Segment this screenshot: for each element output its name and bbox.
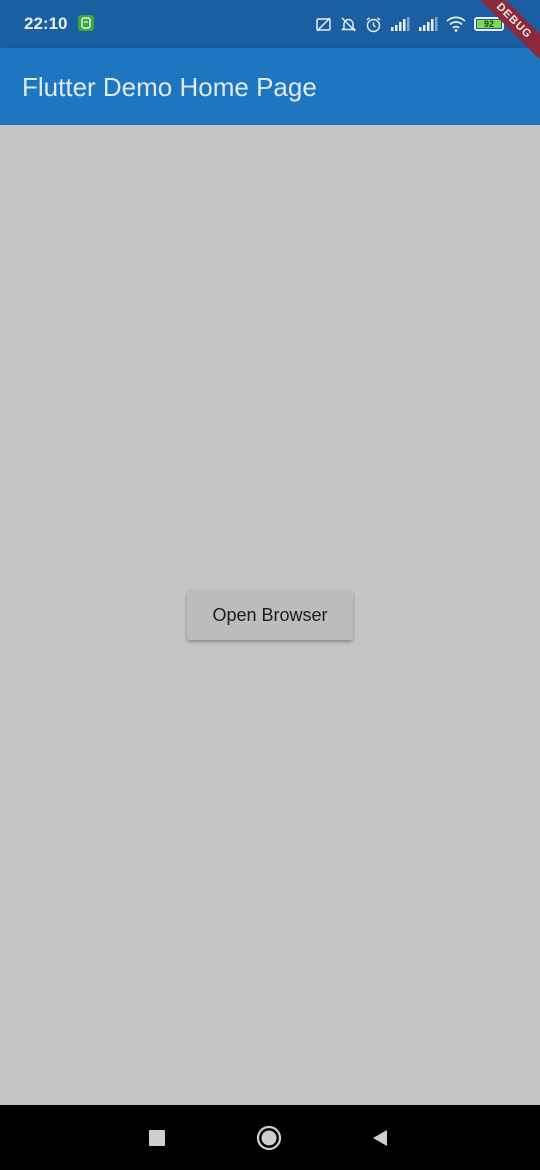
alarm-icon bbox=[365, 16, 382, 33]
status-time: 22:10 bbox=[24, 14, 68, 33]
open-browser-button[interactable]: Open Browser bbox=[187, 590, 353, 640]
home-icon[interactable] bbox=[256, 1125, 282, 1151]
app-bar: Flutter Demo Home Page bbox=[0, 48, 540, 125]
wifi-icon bbox=[446, 16, 466, 32]
back-icon[interactable] bbox=[367, 1125, 393, 1151]
page-title: Flutter Demo Home Page bbox=[22, 72, 317, 102]
signal-icon bbox=[390, 17, 410, 31]
app-screen: 22:10 92 Flutter Demo Home Page DEBUG Op… bbox=[0, 0, 540, 1170]
status-icons: 92 bbox=[315, 13, 522, 35]
bell-muted-icon bbox=[340, 16, 357, 33]
screen-off-icon bbox=[315, 16, 332, 33]
status-bar: 22:10 92 bbox=[0, 0, 540, 48]
signal-icon bbox=[418, 17, 438, 31]
battery-level: 92 bbox=[483, 19, 494, 29]
recents-icon[interactable] bbox=[144, 1125, 170, 1151]
navigation-bar bbox=[0, 1105, 540, 1170]
notification-app-icon bbox=[78, 15, 94, 31]
